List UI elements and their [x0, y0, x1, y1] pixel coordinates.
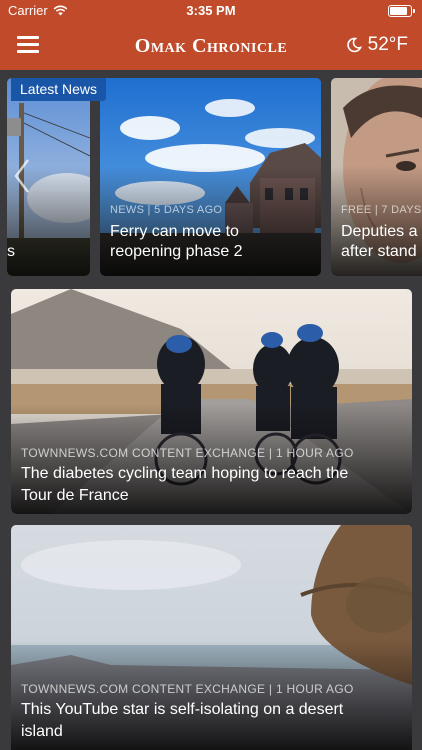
- card-meta: FREE | 7 DAYS: [341, 204, 422, 216]
- temperature: 52°F: [367, 34, 408, 55]
- carousel-card[interactable]: FREE | 7 DAYS Deputies a after stand: [331, 78, 422, 276]
- story-headline: The diabetes cycling team hoping to reac…: [21, 465, 349, 504]
- status-bar: Carrier 3:35 PM: [0, 0, 422, 22]
- nav-bar: Omak Chronicle 52°F: [0, 22, 422, 70]
- clock: 3:35 PM: [186, 3, 236, 18]
- card-headline: Ferry can move to reopening phase 2: [110, 223, 243, 260]
- card-meta: NEWS | 5 DAYS AGO: [110, 204, 223, 216]
- story-meta: TOWNNEWS.COM CONTENT EXCHANGE | 1 HOUR A…: [21, 446, 354, 460]
- weather-widget[interactable]: 52°F: [346, 34, 408, 56]
- chevron-left-icon[interactable]: [12, 158, 32, 194]
- story-card[interactable]: TOWNNEWS.COM CONTENT EXCHANGE | 1 HOUR A…: [11, 289, 412, 514]
- card-headline: s: [7, 243, 15, 260]
- latest-news-carousel[interactable]: s NEWS | 5 DAYS AGO Ferry can move to re…: [0, 78, 422, 278]
- section-label: Latest News: [11, 78, 107, 101]
- card-headline: Deputies a after stand: [341, 222, 422, 262]
- carousel-card[interactable]: NEWS | 5 DAYS AGO Ferry can move to reop…: [100, 78, 321, 276]
- story-card[interactable]: TOWNNEWS.COM CONTENT EXCHANGE | 1 HOUR A…: [11, 525, 412, 750]
- story-meta: TOWNNEWS.COM CONTENT EXCHANGE | 1 HOUR A…: [21, 682, 354, 696]
- battery-icon: [388, 5, 415, 17]
- story-headline: This YouTube star is self-isolating on a…: [21, 701, 344, 740]
- card-headline-text: Deputies a after stand: [341, 223, 418, 260]
- moon-icon: [346, 37, 362, 53]
